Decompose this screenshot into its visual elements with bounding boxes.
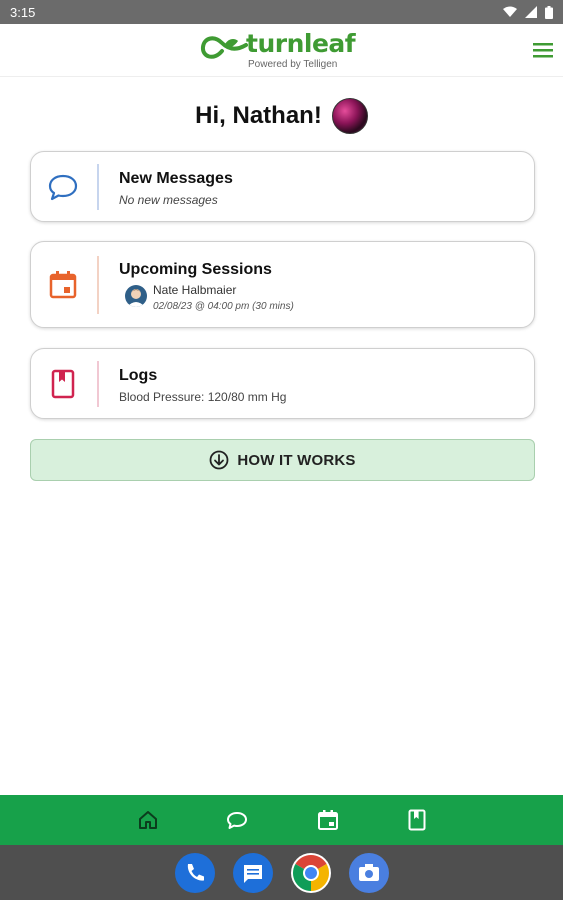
app-header: turnleaf Powered by Telligen (0, 24, 563, 77)
logo-tagline: Powered by Telligen (248, 59, 338, 70)
logs-card[interactable]: Logs Blood Pressure: 120/80 mm Hg (30, 348, 535, 419)
hamburger-icon (533, 43, 553, 58)
calendar-icon (318, 810, 338, 830)
messages-app[interactable] (233, 853, 273, 893)
turnleaf-logo: turnleaf Powered by Telligen (200, 29, 365, 71)
book-icon (408, 809, 426, 831)
camera-icon (359, 864, 379, 881)
hamburger-menu-button[interactable] (531, 40, 555, 60)
calendar-icon (49, 271, 77, 299)
battery-icon (545, 5, 553, 19)
messages-icon (244, 865, 262, 883)
new-messages-card[interactable]: New Messages No new messages (30, 151, 535, 222)
card-divider (97, 361, 99, 407)
session-datetime: 02/08/23 @ 04:00 pm (30 mins) (153, 301, 294, 312)
user-avatar[interactable] (331, 98, 368, 134)
chat-bubble-icon (48, 174, 78, 201)
bottom-nav (0, 795, 563, 845)
greeting-text: Hi, Nathan! (195, 102, 322, 129)
person-icon (127, 289, 145, 307)
leaf-logo-icon (201, 36, 248, 59)
how-it-works-label: HOW IT WORKS (237, 451, 356, 469)
nav-sessions[interactable] (317, 809, 339, 831)
system-dock (0, 845, 563, 900)
provider-name: Nate Halbmaier (153, 283, 237, 297)
upcoming-sessions-card[interactable]: Upcoming Sessions Nate Halbmaier 02/08/2… (30, 241, 535, 328)
camera-app[interactable] (349, 853, 389, 893)
logo-name: turnleaf (246, 29, 356, 58)
wifi-icon (503, 6, 517, 17)
book-icon (51, 369, 75, 399)
phone-icon (187, 864, 204, 881)
arrow-down-circle-icon (209, 450, 229, 470)
card-divider (97, 256, 99, 314)
status-bar: 3:15 (0, 0, 563, 24)
card-title: Upcoming Sessions (119, 261, 272, 278)
card-title: Logs (119, 367, 158, 384)
signal-icon (525, 6, 537, 18)
status-icons (503, 5, 553, 19)
chrome-icon (292, 855, 330, 891)
chrome-app[interactable] (291, 853, 331, 893)
nav-logs[interactable] (406, 809, 428, 831)
nav-home[interactable] (137, 809, 159, 831)
card-subtitle: No new messages (119, 193, 218, 207)
nav-messages[interactable] (226, 809, 248, 831)
how-it-works-button[interactable]: HOW IT WORKS (30, 439, 535, 481)
home-icon (139, 811, 157, 829)
greeting: Hi, Nathan! (0, 98, 563, 134)
chat-icon (227, 812, 247, 829)
card-title: New Messages (119, 170, 233, 187)
phone-app[interactable] (175, 853, 215, 893)
card-subtitle: Blood Pressure: 120/80 mm Hg (119, 390, 287, 404)
status-time: 3:15 (10, 4, 36, 20)
provider-avatar (125, 285, 147, 307)
card-divider (97, 164, 99, 210)
